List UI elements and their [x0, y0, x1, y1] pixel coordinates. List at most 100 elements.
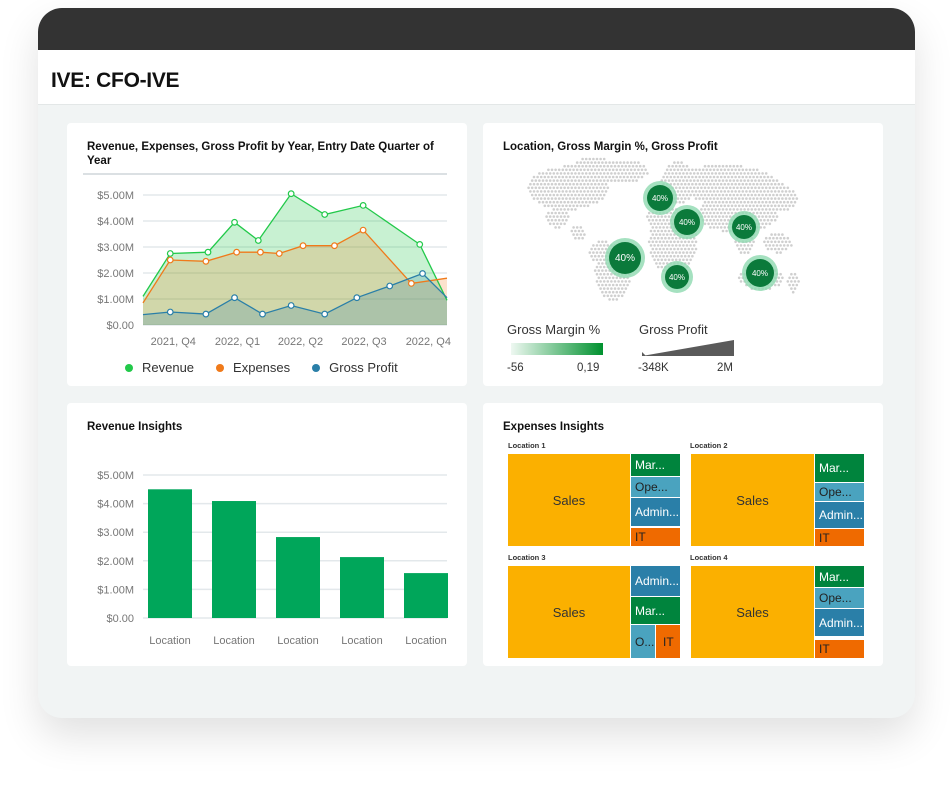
map-dot: [570, 186, 574, 190]
treemap-cell-marketing[interactable]: Mar...: [814, 453, 865, 483]
map-dot: [750, 179, 754, 182]
map-dot: [667, 164, 671, 168]
map-dot: [543, 175, 547, 179]
map-dot: [660, 229, 664, 233]
map-dot: [577, 200, 581, 204]
map-dot: [770, 190, 773, 193]
location-bubble[interactable]: 40%: [661, 261, 693, 293]
map-dot: [741, 190, 745, 193]
map-dot: [775, 193, 779, 197]
location-bubble[interactable]: 40%: [742, 255, 778, 291]
map-dot: [557, 190, 561, 193]
map-dot: [714, 200, 718, 204]
treemap-cell-operations[interactable]: O...: [630, 624, 656, 659]
map-dot: [754, 179, 757, 182]
map-dot: [620, 280, 624, 283]
map-dot: [581, 164, 584, 168]
location-bubble[interactable]: 40%: [605, 238, 645, 278]
map-dot: [595, 251, 599, 254]
treemap-cell-sales[interactable]: Sales: [690, 565, 815, 659]
map-dot: [602, 179, 606, 182]
map-dot: [556, 172, 559, 175]
treemap-cell-it[interactable]: IT: [814, 639, 865, 659]
treemap-cell-admin[interactable]: Admin...: [630, 565, 681, 597]
map-dot: [561, 197, 565, 200]
treemap-cell-operations[interactable]: Ope...: [814, 482, 865, 502]
map-dot: [554, 226, 557, 229]
bar[interactable]: [212, 501, 256, 618]
map-dot: [572, 233, 575, 236]
map-dot: [741, 247, 745, 251]
bar-chart[interactable]: $0.00 $1.00M $2.00M $3.00M $4.00M $5.00M Locat…: [67, 403, 467, 666]
bar[interactable]: [340, 557, 384, 618]
treemap-cell-marketing[interactable]: Mar...: [814, 565, 865, 588]
window-top-bar: [38, 8, 915, 50]
bar[interactable]: [276, 537, 320, 618]
treemap-cell-sales[interactable]: Sales: [507, 453, 631, 547]
map-dot: [743, 193, 746, 197]
map-dot: [707, 164, 710, 168]
map-dot: [622, 175, 626, 179]
treemap-cell-operations[interactable]: Ope...: [814, 587, 865, 609]
map-dot: [746, 200, 750, 204]
location-bubble[interactable]: 40%: [643, 181, 677, 215]
legend-item[interactable]: Revenue: [125, 360, 194, 375]
map-dot: [698, 175, 701, 179]
map-dot: [592, 172, 595, 175]
treemap-cell-it[interactable]: IT: [655, 624, 681, 659]
map-dot: [633, 161, 637, 164]
legend-item[interactable]: Expenses: [216, 360, 290, 375]
line-chart[interactable]: $0.00 $1.00M $2.00M $3.00M $4.00M $5.00M 2021,…: [67, 123, 467, 386]
map-dot: [676, 240, 680, 244]
location-bubble[interactable]: 40%: [728, 211, 760, 243]
map-dot: [705, 182, 709, 186]
map-dot: [793, 280, 797, 283]
map-dot: [700, 193, 703, 197]
treemap-cell-admin[interactable]: Admin...: [630, 497, 681, 527]
map-dot: [712, 211, 716, 215]
treemap-cell-admin[interactable]: Admin...: [814, 608, 865, 637]
treemap-cell-operations[interactable]: Ope...: [630, 476, 681, 498]
map-dot: [536, 182, 539, 186]
map-dot: [667, 258, 671, 262]
map-dot: [653, 222, 656, 226]
treemap-cell-it[interactable]: IT: [814, 528, 865, 547]
map-dot: [705, 168, 709, 172]
treemap-cell-it[interactable]: IT: [630, 527, 681, 547]
map-dot: [595, 164, 599, 168]
map-dot: [718, 222, 721, 226]
map-dot: [606, 287, 610, 290]
map-dot: [656, 258, 660, 262]
bar[interactable]: [148, 489, 192, 618]
legend-item[interactable]: Gross Profit: [312, 360, 398, 375]
treemap-cell-admin[interactable]: Admin...: [814, 501, 865, 529]
map-dot: [552, 172, 556, 175]
treemap-cell-marketing[interactable]: Mar...: [630, 596, 681, 625]
map-dot: [764, 208, 768, 211]
location-label: Location 4: [690, 553, 728, 562]
map-dot: [543, 204, 547, 208]
map-dot: [673, 254, 676, 258]
map-dot: [732, 179, 736, 182]
map-dot: [707, 215, 710, 218]
map-dot: [761, 222, 764, 226]
map-dot: [709, 218, 712, 222]
map-dot: [532, 197, 536, 200]
map-dot: [601, 247, 604, 251]
map-dot: [586, 204, 590, 208]
map-dot: [736, 208, 739, 211]
map-dot: [775, 208, 779, 211]
map-dot: [746, 244, 750, 247]
map-dot: [669, 233, 673, 236]
map-dot: [763, 182, 766, 186]
map-dot: [793, 287, 797, 290]
treemap-cell-marketing[interactable]: Mar...: [630, 453, 681, 477]
map-dot: [779, 208, 782, 211]
map-dot: [592, 251, 595, 254]
bar[interactable]: [404, 573, 448, 618]
treemap-cell-sales[interactable]: Sales: [507, 565, 631, 659]
location-bubble[interactable]: 40%: [670, 205, 704, 239]
map-dot: [727, 197, 730, 200]
map-dot: [716, 197, 719, 200]
treemap-cell-sales[interactable]: Sales: [690, 453, 815, 547]
